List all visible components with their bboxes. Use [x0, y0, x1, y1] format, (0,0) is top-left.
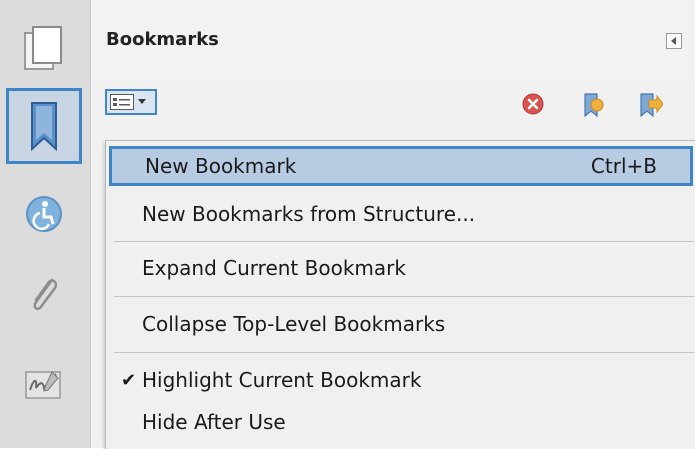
menu-separator	[114, 352, 694, 353]
accessibility-button[interactable]	[6, 176, 82, 252]
menu-item-label: New Bookmarks from Structure...	[142, 202, 476, 226]
signature-icon	[25, 371, 61, 399]
signatures-button[interactable]	[6, 346, 82, 422]
attachments-button[interactable]	[6, 256, 82, 332]
bookmarks-toolbar	[91, 84, 695, 124]
pages-button[interactable]	[6, 12, 82, 88]
new-bookmark-icon[interactable]	[637, 92, 663, 118]
chevron-left-icon	[671, 37, 676, 45]
pages-icon	[24, 26, 62, 70]
panel-header: Bookmarks	[91, 0, 695, 80]
menu-item-label: Highlight Current Bookmark	[142, 368, 422, 392]
menu-item-label: Collapse Top-Level Bookmarks	[142, 312, 446, 336]
panel-title: Bookmarks	[106, 29, 219, 50]
options-menu-icon	[110, 94, 134, 110]
menu-item-label: Hide After Use	[142, 410, 286, 434]
menu-item-expand-current-bookmark[interactable]: Expand Current Bookmark	[106, 247, 695, 289]
collapse-panel-button[interactable]	[666, 33, 682, 49]
options-menu-button[interactable]	[105, 89, 157, 115]
expand-bookmark-icon[interactable]	[581, 92, 605, 118]
checkmark-icon: ✔	[121, 369, 137, 391]
bookmark-icon	[31, 102, 57, 152]
menu-item-hide-after-use[interactable]: Hide After Use	[106, 401, 695, 443]
chevron-down-icon	[138, 99, 146, 104]
menu-separator	[114, 241, 694, 242]
menu-item-label: New Bookmark	[145, 154, 297, 178]
menu-item-new-bookmark[interactable]: New Bookmark Ctrl+B	[109, 146, 693, 186]
menu-item-new-bookmarks-from-structure[interactable]: New Bookmarks from Structure...	[106, 193, 695, 235]
menu-item-label: Expand Current Bookmark	[142, 256, 406, 280]
menu-item-collapse-top-level-bookmarks[interactable]: Collapse Top-Level Bookmarks	[106, 303, 695, 345]
paperclip-icon	[33, 278, 58, 311]
delete-bookmark-icon[interactable]	[521, 92, 545, 116]
menu-item-shortcut: Ctrl+B	[590, 154, 657, 178]
accessibility-icon	[26, 196, 62, 232]
menu-separator	[114, 296, 694, 297]
navigation-rail	[0, 0, 91, 448]
menu-item-highlight-current-bookmark[interactable]: ✔ Highlight Current Bookmark	[106, 359, 695, 401]
bookmarks-button[interactable]	[6, 88, 82, 164]
bookmark-options-menu: New Bookmark Ctrl+B New Bookmarks from S…	[105, 140, 695, 449]
